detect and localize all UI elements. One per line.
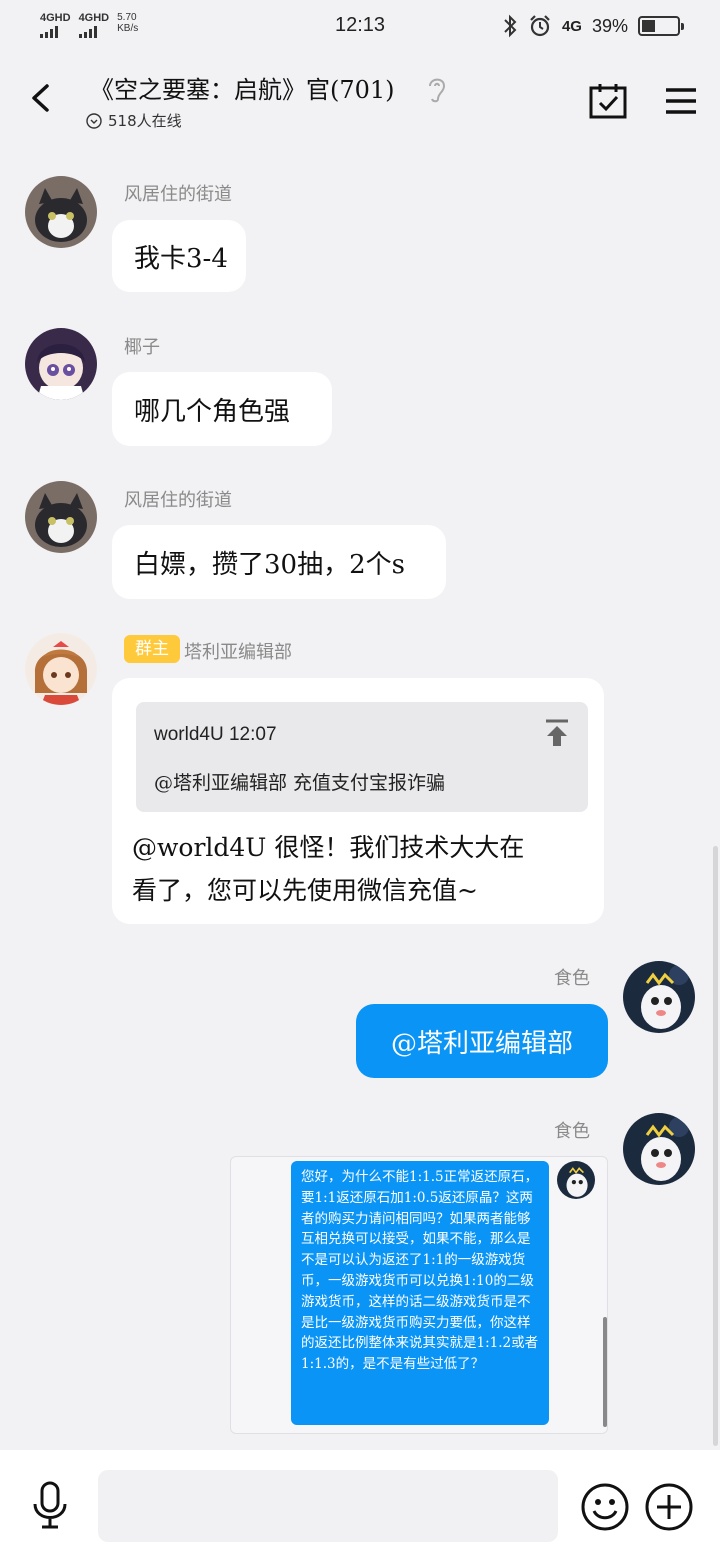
avatar[interactable] <box>25 633 97 705</box>
chat-scrollbar[interactable] <box>713 846 718 1446</box>
quote-header: world4U 12:07 <box>154 724 277 745</box>
sender-name: 食色 <box>554 1121 590 1142</box>
message-bubble[interactable]: 白嫖，攒了30抽，2个s <box>112 525 446 599</box>
menu-icon[interactable] <box>664 86 698 116</box>
avatar[interactable] <box>623 961 695 1033</box>
image-message[interactable]: 您好，为什么不能1:1.5正常返还原石，要1:1返还原石加1:0.5返还原晶？这… <box>230 1156 608 1434</box>
avatar[interactable] <box>25 328 97 400</box>
message-bubble[interactable]: 我卡3-4 <box>112 220 246 292</box>
outgoing-message-bubble[interactable]: @塔利亚编辑部 <box>356 1004 608 1078</box>
image-scrollbar <box>603 1317 607 1427</box>
chat-header: 《空之要塞：启航》官(701) 518人在线 <box>0 56 720 140</box>
reply-line: @world4U 很怪！我们技术大大在 <box>132 833 525 862</box>
group-owner-badge: 群主 <box>124 635 180 663</box>
reply-line: 看了，您可以先使用微信充值~ <box>132 876 478 905</box>
avatar[interactable] <box>25 481 97 553</box>
status-bar: 4GHD 4GHD 5.70 KB/s 12:13 4G 39% <box>0 0 720 56</box>
battery-percent: 39% <box>591 15 628 36</box>
back-icon[interactable] <box>26 78 56 118</box>
emoji-icon[interactable] <box>580 1482 630 1532</box>
jump-to-top-icon[interactable] <box>544 718 570 750</box>
bluetooth-icon <box>504 14 517 38</box>
battery-icon <box>638 16 684 36</box>
sender-name: 塔利亚编辑部 <box>184 642 292 663</box>
image-message-text: 您好，为什么不能1:1.5正常返还原石，要1:1返还原石加1:0.5返还原晶？这… <box>291 1161 549 1425</box>
plus-icon[interactable] <box>644 1482 694 1532</box>
group-title[interactable]: 《空之要塞：启航》官(701) <box>90 70 395 105</box>
quoted-message[interactable]: world4U 12:07 @塔利亚编辑部 充值支付宝报诈骗 <box>136 702 588 812</box>
sender-name: 风居住的街道 <box>124 490 232 511</box>
avatar[interactable] <box>623 1113 695 1185</box>
sender-name: 椰子 <box>124 337 160 358</box>
sender-name: 食色 <box>554 968 590 989</box>
chevron-circle-icon <box>86 112 102 129</box>
reply-text: @world4U 很怪！我们技术大大在 看了，您可以先使用微信充值~ <box>132 826 592 912</box>
ear-icon[interactable] <box>424 74 450 104</box>
avatar[interactable] <box>25 176 97 248</box>
calendar-check-icon[interactable] <box>588 82 628 120</box>
message-input[interactable] <box>98 1470 558 1542</box>
input-bar <box>0 1450 720 1560</box>
status-icons: 4G 39% <box>502 14 684 38</box>
alarm-icon <box>530 15 550 37</box>
microphone-icon[interactable] <box>30 1480 70 1530</box>
online-count: 518人在线 <box>86 110 182 131</box>
image-avatar <box>557 1161 595 1199</box>
sender-name: 风居住的街道 <box>124 184 232 205</box>
quote-text: @塔利亚编辑部 充值支付宝报诈骗 <box>154 772 446 794</box>
battery-level <box>642 20 655 32</box>
online-count-text: 518人在线 <box>108 112 182 130</box>
network-type: 4G <box>561 17 582 35</box>
message-bubble[interactable]: 哪几个角色强 <box>112 372 332 446</box>
